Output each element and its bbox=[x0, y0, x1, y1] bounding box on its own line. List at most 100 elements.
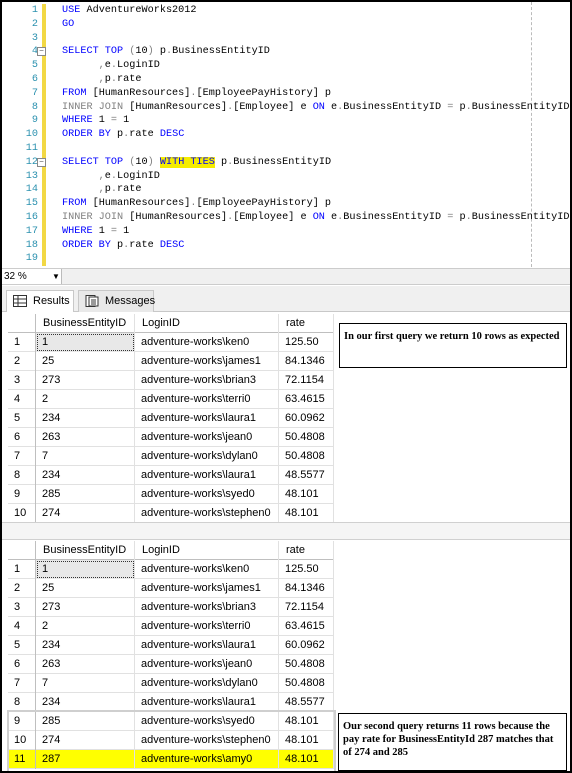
column-header[interactable]: BusinessEntityID bbox=[36, 314, 135, 333]
table-cell[interactable]: 48.101 bbox=[279, 504, 334, 523]
row-number[interactable]: 7 bbox=[8, 447, 36, 466]
table-cell[interactable]: adventure-works\stephen0 bbox=[135, 504, 279, 523]
table-cell[interactable]: 285 bbox=[36, 485, 135, 504]
table-row[interactable]: 6 263 adventure-works\jean0 50.4808 bbox=[8, 655, 334, 674]
column-header[interactable]: LoginID bbox=[135, 314, 279, 333]
row-number[interactable]: 3 bbox=[8, 371, 36, 390]
code-line[interactable]: 1 USE AdventureWorks2012 bbox=[2, 4, 570, 18]
table-cell[interactable]: 263 bbox=[36, 428, 135, 447]
table-row[interactable]: 2 25 adventure-works\james1 84.1346 bbox=[8, 352, 334, 371]
grid-corner-cell[interactable] bbox=[8, 541, 36, 560]
table-row[interactable]: 1 1 adventure-works\ken0 125.50 bbox=[8, 560, 334, 579]
table-row[interactable]: 4 2 adventure-works\terri0 63.4615 bbox=[8, 617, 334, 636]
table-cell[interactable]: adventure-works\terri0 bbox=[135, 390, 279, 409]
table-cell[interactable]: 263 bbox=[36, 655, 135, 674]
row-number[interactable]: 1 bbox=[8, 560, 36, 579]
table-cell[interactable]: 7 bbox=[36, 447, 135, 466]
code-line[interactable]: 11 bbox=[2, 142, 570, 156]
table-cell[interactable]: 25 bbox=[36, 352, 135, 371]
table-cell[interactable]: 273 bbox=[36, 371, 135, 390]
table-row[interactable]: 6 263 adventure-works\jean0 50.4808 bbox=[8, 428, 334, 447]
table-cell[interactable]: 63.4615 bbox=[279, 390, 334, 409]
column-header[interactable]: rate bbox=[279, 541, 334, 560]
table-cell[interactable]: adventure-works\ken0 bbox=[135, 333, 279, 352]
table-cell[interactable]: adventure-works\brian3 bbox=[135, 598, 279, 617]
table-cell[interactable]: adventure-works\syed0 bbox=[135, 485, 279, 504]
tab-messages[interactable]: Messages bbox=[78, 290, 155, 312]
table-row[interactable]: 9 285 adventure-works\syed0 48.101 bbox=[8, 485, 334, 504]
table-cell[interactable]: 234 bbox=[36, 636, 135, 655]
table-cell[interactable]: 2 bbox=[36, 617, 135, 636]
table-cell[interactable]: 125.50 bbox=[279, 560, 334, 579]
row-number[interactable]: 4 bbox=[8, 390, 36, 409]
row-number[interactable]: 8 bbox=[8, 466, 36, 485]
table-cell[interactable]: adventure-works\dylan0 bbox=[135, 674, 279, 693]
table-cell[interactable]: adventure-works\james1 bbox=[135, 352, 279, 371]
table-cell[interactable]: 72.1154 bbox=[279, 371, 334, 390]
table-cell[interactable]: 25 bbox=[36, 579, 135, 598]
table-cell[interactable]: 1 bbox=[36, 560, 135, 579]
table-row[interactable]: 10 274 adventure-works\stephen0 48.101 bbox=[8, 504, 334, 523]
table-cell[interactable]: 234 bbox=[36, 466, 135, 485]
table-row[interactable]: 4 2 adventure-works\terri0 63.4615 bbox=[8, 390, 334, 409]
row-number[interactable]: 10 bbox=[8, 504, 36, 523]
row-number[interactable]: 6 bbox=[8, 428, 36, 447]
table-row[interactable]: 5 234 adventure-works\laura1 60.0962 bbox=[8, 409, 334, 428]
code-line[interactable]: 9 WHERE 1 = 1 bbox=[2, 114, 570, 128]
table-cell[interactable]: 2 bbox=[36, 390, 135, 409]
table-cell[interactable]: 125.50 bbox=[279, 333, 334, 352]
row-number[interactable]: 9 bbox=[8, 485, 36, 504]
row-number[interactable]: 3 bbox=[8, 598, 36, 617]
table-cell[interactable]: adventure-works\laura1 bbox=[135, 409, 279, 428]
code-line[interactable]: 16 INNER JOIN [HumanResources].[Employee]… bbox=[2, 211, 570, 225]
table-cell[interactable]: 234 bbox=[36, 409, 135, 428]
table-cell[interactable]: 60.0962 bbox=[279, 409, 334, 428]
code-line[interactable]: 7 FROM [HumanResources].[EmployeePayHisto… bbox=[2, 87, 570, 101]
table-row[interactable]: 7 7 adventure-works\dylan0 50.4808 bbox=[8, 447, 334, 466]
code-line[interactable]: 3 bbox=[2, 32, 570, 46]
results-grid-1[interactable]: BusinessEntityID LoginID rate 1 1 adventure-w… bbox=[8, 314, 334, 523]
code-line[interactable]: 13 ,e.LoginID bbox=[2, 170, 570, 184]
zoom-dropdown[interactable]: 32 % ▼ bbox=[2, 269, 62, 284]
table-row[interactable]: 3 273 adventure-works\brian3 72.1154 bbox=[8, 598, 334, 617]
code-line[interactable]: 5 ,e.LoginID bbox=[2, 59, 570, 73]
table-cell[interactable]: 60.0962 bbox=[279, 636, 334, 655]
table-row[interactable]: 7 7 adventure-works\dylan0 50.4808 bbox=[8, 674, 334, 693]
table-cell[interactable]: adventure-works\laura1 bbox=[135, 636, 279, 655]
table-cell[interactable]: 48.5577 bbox=[279, 466, 334, 485]
table-cell[interactable]: adventure-works\james1 bbox=[135, 579, 279, 598]
row-number[interactable]: 7 bbox=[8, 674, 36, 693]
table-cell[interactable]: 274 bbox=[36, 504, 135, 523]
table-cell[interactable]: 84.1346 bbox=[279, 352, 334, 371]
collapse-icon[interactable]: − bbox=[37, 157, 46, 167]
table-cell[interactable]: 273 bbox=[36, 598, 135, 617]
table-cell[interactable]: 48.101 bbox=[279, 485, 334, 504]
code-line[interactable]: 14 ,p.rate bbox=[2, 183, 570, 197]
table-cell[interactable]: 84.1346 bbox=[279, 579, 334, 598]
row-number[interactable]: 5 bbox=[8, 636, 36, 655]
table-cell[interactable]: 72.1154 bbox=[279, 598, 334, 617]
table-cell[interactable]: 50.4808 bbox=[279, 447, 334, 466]
row-number[interactable]: 2 bbox=[8, 352, 36, 371]
code-line[interactable]: 10 ORDER BY p.rate DESC bbox=[2, 128, 570, 142]
code-line[interactable]: 17 WHERE 1 = 1 bbox=[2, 225, 570, 239]
table-cell[interactable]: adventure-works\jean0 bbox=[135, 655, 279, 674]
column-header[interactable]: LoginID bbox=[135, 541, 279, 560]
row-number[interactable]: 1 bbox=[8, 333, 36, 352]
table-row[interactable]: 8 234 adventure-works\laura1 48.5577 bbox=[8, 466, 334, 485]
code-line[interactable]: 2 GO bbox=[2, 18, 570, 32]
collapse-icon[interactable]: − bbox=[37, 47, 46, 57]
table-cell[interactable]: 50.4808 bbox=[279, 674, 334, 693]
row-number[interactable]: 6 bbox=[8, 655, 36, 674]
query-editor[interactable]: 1 USE AdventureWorks2012 2 GO 3 4− SELECT TOP … bbox=[2, 2, 570, 267]
code-line[interactable]: 6 ,p.rate bbox=[2, 73, 570, 87]
table-row[interactable]: 2 25 adventure-works\james1 84.1346 bbox=[8, 579, 334, 598]
row-number[interactable]: 5 bbox=[8, 409, 36, 428]
column-header[interactable]: rate bbox=[279, 314, 334, 333]
table-cell[interactable]: 1 bbox=[36, 333, 135, 352]
table-cell[interactable]: 63.4615 bbox=[279, 617, 334, 636]
table-cell[interactable]: adventure-works\ken0 bbox=[135, 560, 279, 579]
table-cell[interactable]: adventure-works\terri0 bbox=[135, 617, 279, 636]
code-line[interactable]: 8 INNER JOIN [HumanResources].[Employee] … bbox=[2, 101, 570, 115]
table-row[interactable]: 5 234 adventure-works\laura1 60.0962 bbox=[8, 636, 334, 655]
